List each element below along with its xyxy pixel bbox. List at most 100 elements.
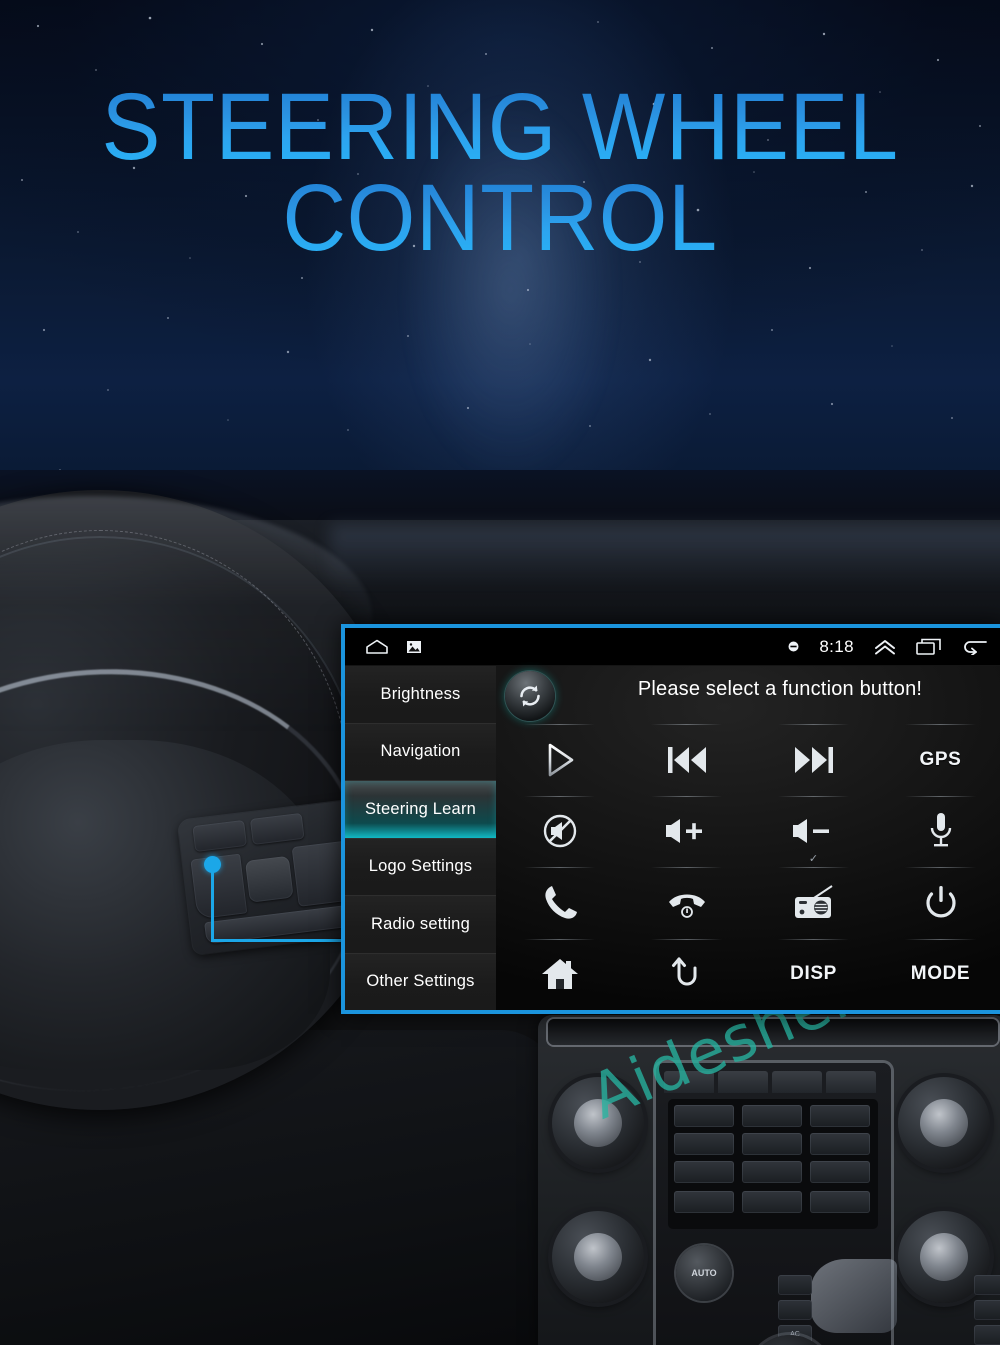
play-icon <box>542 741 578 779</box>
console-nav-button[interactable] <box>772 1071 822 1093</box>
function-button-mute[interactable] <box>496 795 623 868</box>
function-button-previous[interactable] <box>623 724 750 796</box>
function-button-volume-down[interactable]: ✓ <box>750 795 877 868</box>
phone-hangup-icon <box>665 886 709 920</box>
function-button-home[interactable] <box>496 938 623 1011</box>
power-icon <box>923 884 959 922</box>
function-button-label: DISP <box>790 963 837 985</box>
keypad-9[interactable] <box>810 1161 870 1183</box>
keypad-hash[interactable] <box>810 1191 870 1213</box>
function-button-label: MODE <box>910 963 971 985</box>
console-keypad <box>668 1099 878 1229</box>
keypad-5[interactable] <box>742 1133 802 1155</box>
console-radio-button[interactable] <box>664 1071 714 1093</box>
function-button-grid: GPS ✓ DISP MODE <box>496 724 1000 1010</box>
function-button-voice[interactable] <box>877 795 1000 868</box>
back-arrow-icon[interactable] <box>962 639 988 655</box>
volume-down-icon <box>791 815 837 847</box>
center-console: AUTO AC CAM <box>538 1015 1000 1345</box>
console-defrost-button[interactable] <box>778 1275 812 1295</box>
console-mycar-button[interactable] <box>826 1071 876 1093</box>
console-knob-bottom-left[interactable] <box>552 1211 644 1303</box>
sidebar-item-label: Steering Learn <box>364 799 477 818</box>
back-arrow-icon <box>667 956 707 992</box>
keypad-1[interactable] <box>674 1105 734 1127</box>
keypad-6[interactable] <box>810 1133 870 1155</box>
swc-enter-key[interactable] <box>244 855 294 903</box>
swc-voice-key[interactable] <box>190 853 248 920</box>
sidebar-item-label: Other Settings <box>366 972 475 991</box>
console-control-stack: AUTO AC CAM <box>656 1063 1000 1345</box>
function-button-volume-up[interactable] <box>623 795 750 868</box>
instruction-text: Please select a function button! <box>637 678 923 700</box>
function-button-power[interactable] <box>877 867 1000 939</box>
android-status-bar: 8:18 <box>345 628 1000 666</box>
next-track-icon <box>792 743 836 777</box>
climate-seat-graphic <box>811 1259 897 1333</box>
status-bar-clock: 8:18 <box>819 636 854 656</box>
recents-icon[interactable] <box>916 638 942 655</box>
sidebar-item-label: Navigation <box>380 742 461 761</box>
refresh-icon <box>515 681 545 711</box>
sidebar-item-label: Radio setting <box>371 914 470 933</box>
console-knob-top-right[interactable] <box>898 1077 990 1169</box>
sidebar-item-logo-settings[interactable]: Logo Settings <box>345 838 496 896</box>
console-max-button[interactable] <box>974 1300 1000 1320</box>
console-gear-selector[interactable] <box>748 1335 832 1345</box>
keypad-3[interactable] <box>810 1105 870 1127</box>
console-vent <box>548 1019 998 1045</box>
function-button-radio[interactable] <box>750 867 877 939</box>
function-button-disp[interactable]: DISP <box>750 938 877 1011</box>
page-title-line1: STEERING WHEEL <box>35 79 965 174</box>
steering-learn-panel: Please select a function button! GPS ✓ D… <box>496 666 1000 1010</box>
head-unit-screen: 8:18 Brightness Navigation Steering Lear… <box>341 624 1000 1014</box>
page-title-line2: CONTROL <box>35 171 965 266</box>
console-rear-defrost-button[interactable] <box>974 1275 1000 1295</box>
keypad-2[interactable] <box>742 1105 802 1127</box>
console-media-button[interactable] <box>718 1071 768 1093</box>
console-hazard-button[interactable] <box>974 1325 1000 1345</box>
dashboard-highlight <box>330 525 1000 585</box>
keypad-4[interactable] <box>674 1133 734 1155</box>
function-button-back[interactable] <box>623 938 750 1011</box>
function-button-gps[interactable]: GPS <box>877 724 1000 796</box>
reset-button[interactable] <box>505 671 555 721</box>
swc-prev-key[interactable] <box>192 819 248 853</box>
function-button-label: GPS <box>919 748 962 770</box>
sidebar-item-radio-setting[interactable]: Radio setting <box>345 896 496 954</box>
home-outline-icon[interactable] <box>365 639 389 654</box>
radio-icon <box>792 884 836 921</box>
previous-track-icon <box>665 743 709 777</box>
page-title: STEERING WHEEL CONTROL <box>35 79 965 266</box>
sidebar-item-steering-learn[interactable]: Steering Learn <box>345 781 496 839</box>
sidebar-item-other-settings[interactable]: Other Settings <box>345 953 496 1010</box>
chevron-up-icon[interactable] <box>874 639 896 655</box>
keypad-0[interactable] <box>742 1191 802 1213</box>
console-recirc-button[interactable] <box>778 1300 812 1320</box>
function-button-next[interactable] <box>750 724 877 796</box>
console-knob-top-left[interactable] <box>552 1077 644 1169</box>
keypad-star[interactable] <box>674 1191 734 1213</box>
microphone-icon <box>927 811 955 851</box>
sidebar-item-brightness[interactable]: Brightness <box>345 666 496 724</box>
mute-icon <box>541 812 579 850</box>
function-button-play[interactable] <box>496 724 623 796</box>
image-icon[interactable] <box>407 640 421 653</box>
learned-check-icon: ✓ <box>808 853 819 865</box>
console-right-buttons <box>974 1275 1000 1345</box>
function-button-mode[interactable]: MODE <box>877 938 1000 1011</box>
sidebar-item-label: Logo Settings <box>368 857 473 876</box>
house-icon <box>540 956 580 992</box>
sidebar-item-label: Brightness <box>380 684 461 703</box>
console-source-buttons <box>664 1071 882 1093</box>
poster-stage: STEERING WHEEL CONTROL AUTO Aidesheng 8:… <box>0 0 1000 1345</box>
keypad-7[interactable] <box>674 1161 734 1183</box>
volume-up-icon <box>664 815 710 847</box>
climate-auto-knob[interactable]: AUTO <box>676 1245 732 1301</box>
swc-next-key[interactable] <box>249 812 305 845</box>
function-button-call-answer[interactable] <box>496 867 623 939</box>
function-button-call-end[interactable] <box>623 867 750 939</box>
settings-sidebar: Brightness Navigation Steering Learn Log… <box>345 666 496 1010</box>
keypad-8[interactable] <box>742 1161 802 1183</box>
sidebar-item-navigation[interactable]: Navigation <box>345 723 496 781</box>
